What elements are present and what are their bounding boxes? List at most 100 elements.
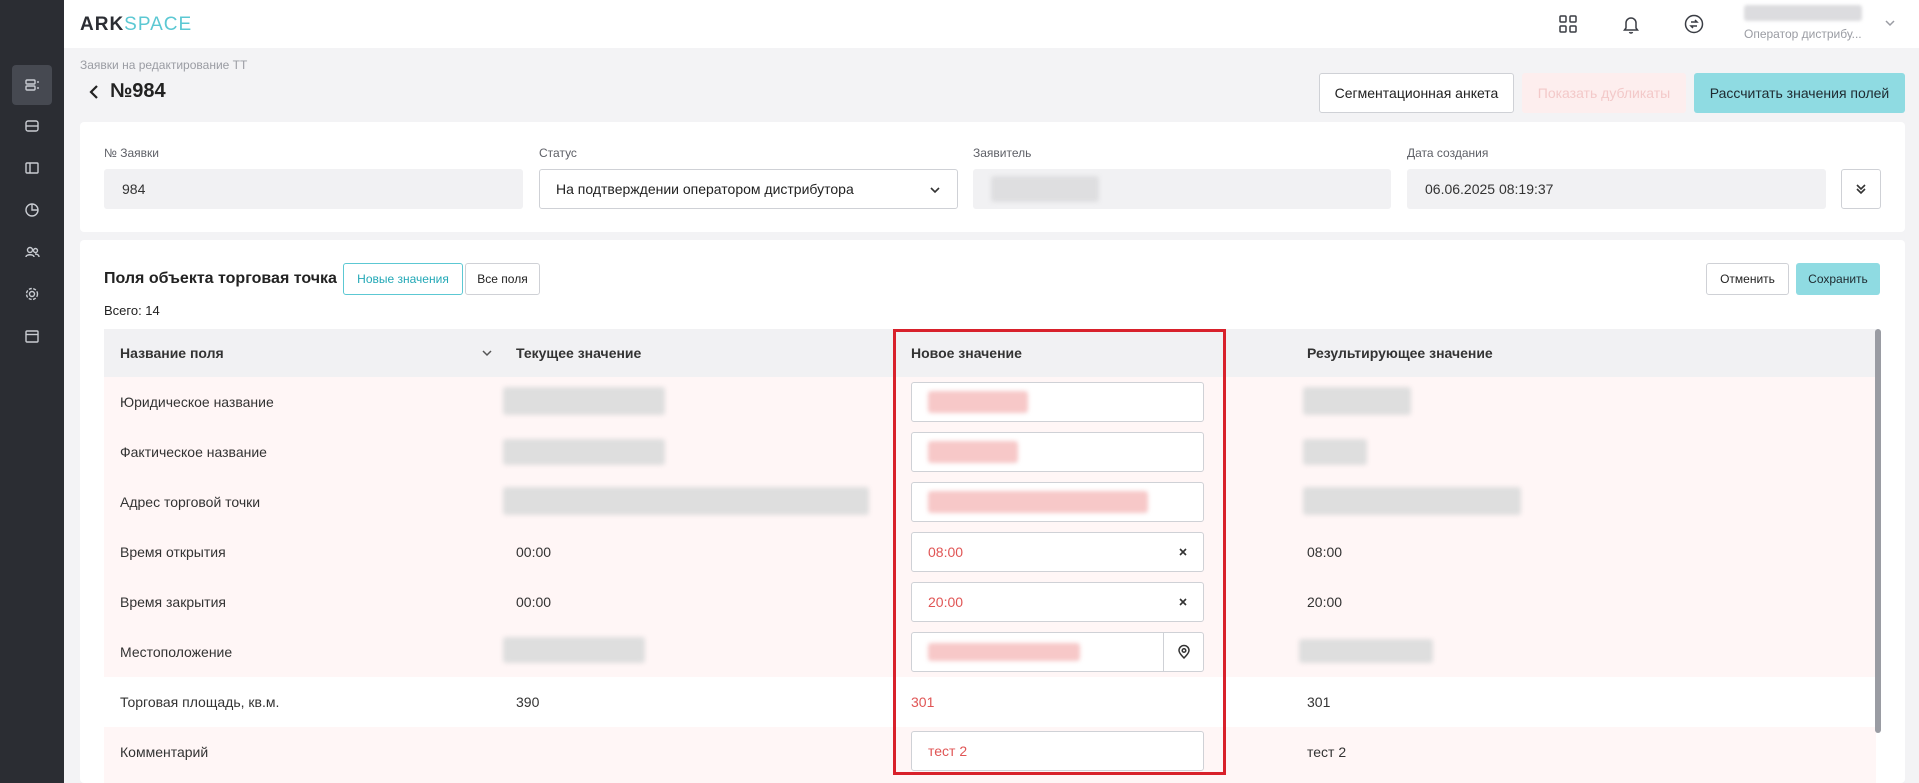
new-value-input[interactable]: [911, 632, 1204, 672]
applicant-redacted: [991, 176, 1099, 202]
current-value-redacted: [503, 439, 665, 465]
notifications-button[interactable]: [1619, 12, 1643, 36]
field-name: Местоположение: [120, 644, 233, 660]
section-title: Поля объекта торговая точка: [104, 270, 337, 287]
show-duplicates-button[interactable]: Показать дубликаты: [1522, 73, 1686, 113]
logo-space: SPACE: [124, 14, 193, 35]
current-value-redacted: [503, 487, 869, 515]
expand-button[interactable]: [1841, 169, 1881, 209]
save-button[interactable]: Сохранить: [1796, 263, 1880, 295]
chevron-down-icon: [482, 350, 492, 357]
sync-icon: [1684, 14, 1704, 34]
new-value-input[interactable]: [911, 382, 1204, 422]
result-value: 08:00: [1307, 544, 1343, 560]
users-icon: [25, 246, 40, 258]
current-value: 390: [516, 694, 540, 710]
new-value-text: 08:00: [928, 544, 964, 560]
sidebar-item-database[interactable]: [12, 106, 52, 146]
table-scrollbar[interactable]: [1875, 329, 1881, 733]
pick-location-button[interactable]: [1163, 633, 1203, 671]
close-icon: [1179, 598, 1187, 606]
page-title-row: №984: [86, 80, 166, 103]
new-value-input[interactable]: 20:00: [911, 582, 1204, 622]
logo-ark: ARK: [80, 14, 125, 35]
list-icon: [25, 79, 39, 91]
close-icon: [1179, 548, 1187, 556]
double-chevron-down-icon: [1856, 184, 1866, 195]
result-value-redacted: [1299, 639, 1433, 663]
result-value: 20:00: [1307, 594, 1343, 610]
sidebar-item-settings[interactable]: [12, 274, 52, 314]
user-role: Оператор дистрибу...: [1744, 27, 1862, 41]
result-value: тест 2: [1307, 744, 1347, 760]
new-value-input[interactable]: 08:00: [911, 532, 1204, 572]
sync-button[interactable]: [1682, 12, 1706, 36]
applicant-field: [973, 169, 1391, 209]
field-name: Фактическое название: [120, 444, 267, 460]
status-value: На подтверждении оператором дистрибутора: [556, 181, 854, 197]
new-value-input[interactable]: [911, 432, 1204, 472]
breadcrumb[interactable]: Заявки на редактирование ТТ: [80, 58, 247, 72]
table-row: Юридическое название: [104, 377, 1876, 427]
sidebar-item-requests[interactable]: [12, 65, 52, 105]
table-row: Фактическое название: [104, 427, 1876, 477]
new-value-redacted: [928, 391, 1028, 413]
sidebar-item-layout[interactable]: [12, 148, 52, 188]
current-value: 00:00: [516, 594, 552, 610]
gear-icon: [25, 287, 39, 301]
sidebar-item-reports[interactable]: [12, 190, 52, 230]
sidebar-item-users[interactable]: [12, 232, 52, 272]
sidebar: [0, 0, 64, 783]
sidebar-item-calendar[interactable]: [12, 316, 52, 356]
toggle-new-values[interactable]: Новые значения: [343, 263, 463, 295]
table-row: Время открытия 00:00 08:00 08:00: [104, 527, 1876, 577]
new-value-redacted: [928, 643, 1080, 661]
clear-button[interactable]: [1177, 595, 1189, 607]
cancel-button[interactable]: Отменить: [1706, 263, 1789, 295]
back-arrow-icon[interactable]: [86, 84, 102, 100]
chevron-down-icon: [930, 187, 940, 194]
new-value-text: 20:00: [928, 594, 964, 610]
calendar-icon: [25, 330, 39, 343]
result-value-redacted: [1303, 439, 1367, 465]
table-row: Комментарий тест 2 тест 2: [104, 727, 1876, 783]
new-value-text: тест 2: [928, 743, 968, 759]
result-value-redacted: [1303, 387, 1411, 415]
field-name: Время закрытия: [120, 594, 226, 610]
new-value-redacted: [928, 491, 1148, 513]
new-value-redacted: [928, 441, 1018, 463]
calculate-button[interactable]: Рассчитать значения полей: [1694, 73, 1905, 113]
comment-input[interactable]: тест 2: [911, 731, 1204, 771]
user-name-redacted: [1744, 5, 1862, 21]
page-title: №984: [110, 80, 166, 102]
status-select[interactable]: На подтверждении оператором дистрибутора: [539, 169, 958, 209]
segmentation-button[interactable]: Сегментационная анкета: [1319, 73, 1514, 113]
clear-button[interactable]: [1177, 545, 1189, 557]
current-value-redacted: [503, 637, 645, 663]
database-icon: [25, 120, 39, 132]
table-row: Время закрытия 00:00 20:00 20:00: [104, 577, 1876, 627]
column-header-current: Текущее значение: [516, 345, 642, 361]
map-pin-icon: [1177, 644, 1190, 660]
new-value-input[interactable]: [911, 482, 1204, 522]
table-row: Торговая площадь, кв.м. 390 301 301: [104, 677, 1876, 727]
apps-button[interactable]: [1556, 12, 1580, 36]
current-value: 00:00: [516, 544, 552, 560]
result-value-redacted: [1303, 487, 1521, 515]
field-name: Время открытия: [120, 544, 226, 560]
logo[interactable]: ARKSPACE: [80, 14, 192, 36]
column-header-new: Новое значение: [911, 345, 1022, 361]
created-field: 06.06.2025 08:19:37: [1407, 169, 1826, 209]
number-label: № Заявки: [104, 146, 159, 160]
column-header-field[interactable]: Название поля: [120, 329, 492, 377]
applicant-label: Заявитель: [973, 146, 1032, 160]
field-name: Комментарий: [120, 744, 209, 760]
total-count: Всего: 14: [104, 303, 160, 318]
user-menu[interactable]: Оператор дистрибу...: [1744, 5, 1864, 43]
user-menu-chevron[interactable]: [1884, 16, 1896, 32]
toggle-all-fields[interactable]: Все поля: [465, 263, 540, 295]
field-name: Адрес торговой точки: [120, 494, 261, 510]
created-label: Дата создания: [1407, 146, 1489, 160]
status-label: Статус: [539, 146, 577, 160]
table-row: Адрес торговой точки: [104, 477, 1876, 527]
